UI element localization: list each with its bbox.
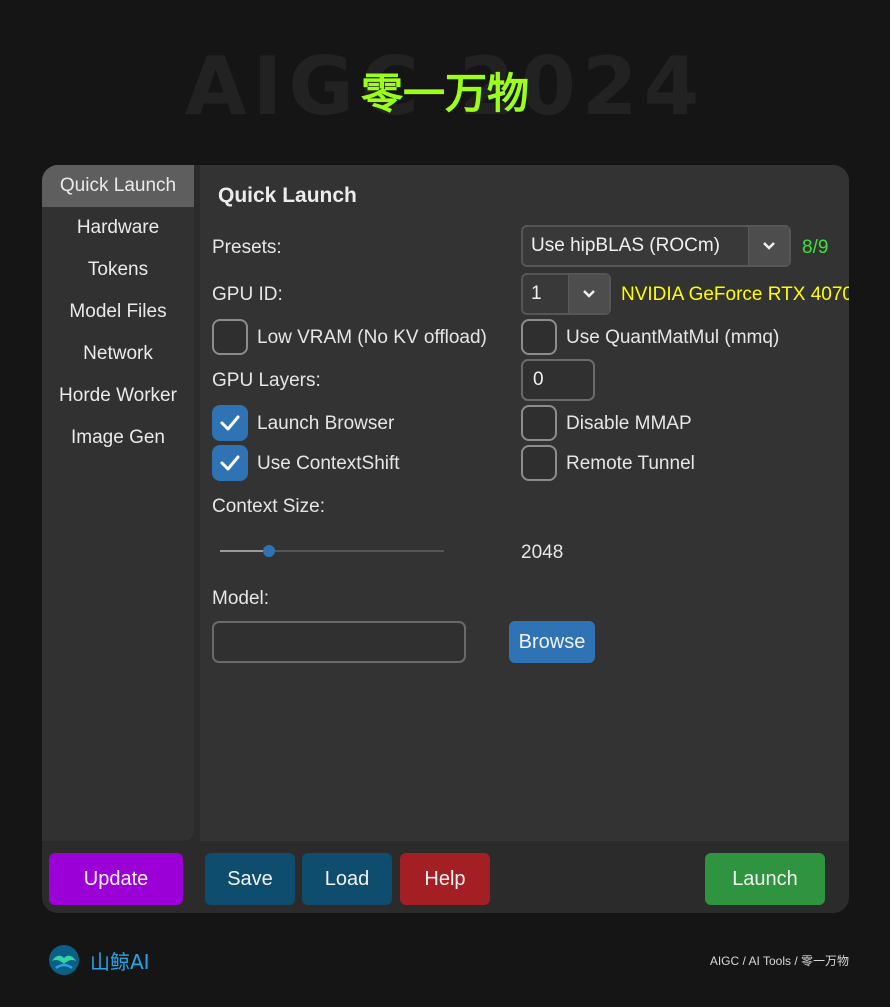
browse-button[interactable]: Browse (509, 621, 595, 663)
gpu-id-select[interactable]: 1 (521, 273, 611, 315)
sidebar-item-label: Image Gen (71, 427, 165, 448)
sidebar-item-tokens[interactable]: Tokens (42, 249, 194, 291)
launch-browser-checkbox[interactable] (212, 405, 248, 441)
page-title: Quick Launch (218, 184, 357, 207)
presets-count: 8/9 (802, 237, 829, 258)
brand-name: 山鲸AI (90, 949, 150, 974)
context-shift-checkbox[interactable] (212, 445, 248, 481)
load-button[interactable]: Load (302, 853, 392, 905)
model-label: Model: (212, 588, 270, 609)
brand: 山鲸AI (48, 940, 150, 980)
presets-label: Presets: (212, 237, 282, 258)
context-size-value: 2048 (521, 542, 564, 563)
gpu-layers-value: 0 (533, 369, 544, 390)
footer-toolbar: Update Save Load Help Launch (42, 841, 849, 913)
remote-tunnel-checkbox[interactable] (521, 445, 557, 481)
quantmatmul-checkbox[interactable] (521, 319, 557, 355)
gpu-layers-input[interactable]: 0 (521, 359, 595, 401)
sidebar-item-label: Model Files (69, 301, 167, 322)
sidebar-item-label: Hardware (76, 217, 160, 238)
update-button[interactable]: Update (49, 853, 183, 905)
whale-logo-icon (49, 945, 79, 975)
slider-fill (220, 550, 269, 552)
help-button[interactable]: Help (400, 853, 490, 905)
context-size-slider[interactable] (220, 542, 444, 562)
sidebar-item-quick-launch[interactable]: Quick Launch (42, 165, 194, 207)
presets-value: Use hipBLAS (ROCm) (531, 235, 720, 256)
quantmatmul-label: Use QuantMatMul (mmq) (566, 327, 780, 348)
chevron-down-icon (568, 275, 609, 313)
hero-title: 零一万物 (360, 69, 529, 118)
launcher-window: Quick Launch Hardware Tokens Model Files… (42, 165, 849, 913)
sidebar-item-horde-worker[interactable]: Horde Worker (42, 375, 194, 417)
sidebar: Quick Launch Hardware Tokens Model Files… (42, 165, 194, 841)
sidebar-item-model-files[interactable]: Model Files (42, 291, 194, 333)
checkmark-icon (220, 415, 240, 431)
presets-select[interactable]: Use hipBLAS (ROCm) (521, 225, 791, 267)
gpu-id-label: GPU ID: (212, 284, 283, 305)
sidebar-item-label: Network (83, 343, 153, 364)
sidebar-item-hardware[interactable]: Hardware (42, 207, 194, 249)
low-vram-label: Low VRAM (No KV offload) (257, 327, 487, 348)
hero-banner: AIGC 2024 零一万物 (0, 40, 890, 140)
low-vram-checkbox[interactable] (212, 319, 248, 355)
sidebar-item-network[interactable]: Network (42, 333, 194, 375)
sidebar-item-image-gen[interactable]: Image Gen (42, 417, 194, 459)
gpu-layers-label: GPU Layers: (212, 370, 321, 391)
context-shift-label: Use ContextShift (257, 453, 400, 474)
launch-button[interactable]: Launch (705, 853, 825, 905)
breadcrumb: AIGC / AI Tools / 零一万物 (709, 954, 849, 968)
remote-tunnel-label: Remote Tunnel (566, 453, 695, 474)
disable-mmap-label: Disable MMAP (566, 413, 692, 434)
model-input[interactable] (212, 621, 466, 663)
launch-browser-label: Launch Browser (257, 413, 395, 434)
slider-handle[interactable] (263, 545, 275, 557)
context-size-label: Context Size: (212, 496, 325, 517)
save-button[interactable]: Save (205, 853, 295, 905)
sidebar-item-label: Horde Worker (59, 385, 177, 406)
quick-launch-content: Quick Launch Presets: Use hipBLAS (ROCm)… (200, 165, 849, 841)
sidebar-item-label: Quick Launch (59, 175, 177, 196)
disable-mmap-checkbox[interactable] (521, 405, 557, 441)
gpu-id-value: 1 (531, 283, 542, 304)
checkmark-icon (220, 455, 240, 471)
sidebar-item-label: Tokens (87, 259, 149, 280)
chevron-down-icon (748, 227, 789, 265)
gpu-name: NVIDIA GeForce RTX 4070 (621, 284, 849, 305)
